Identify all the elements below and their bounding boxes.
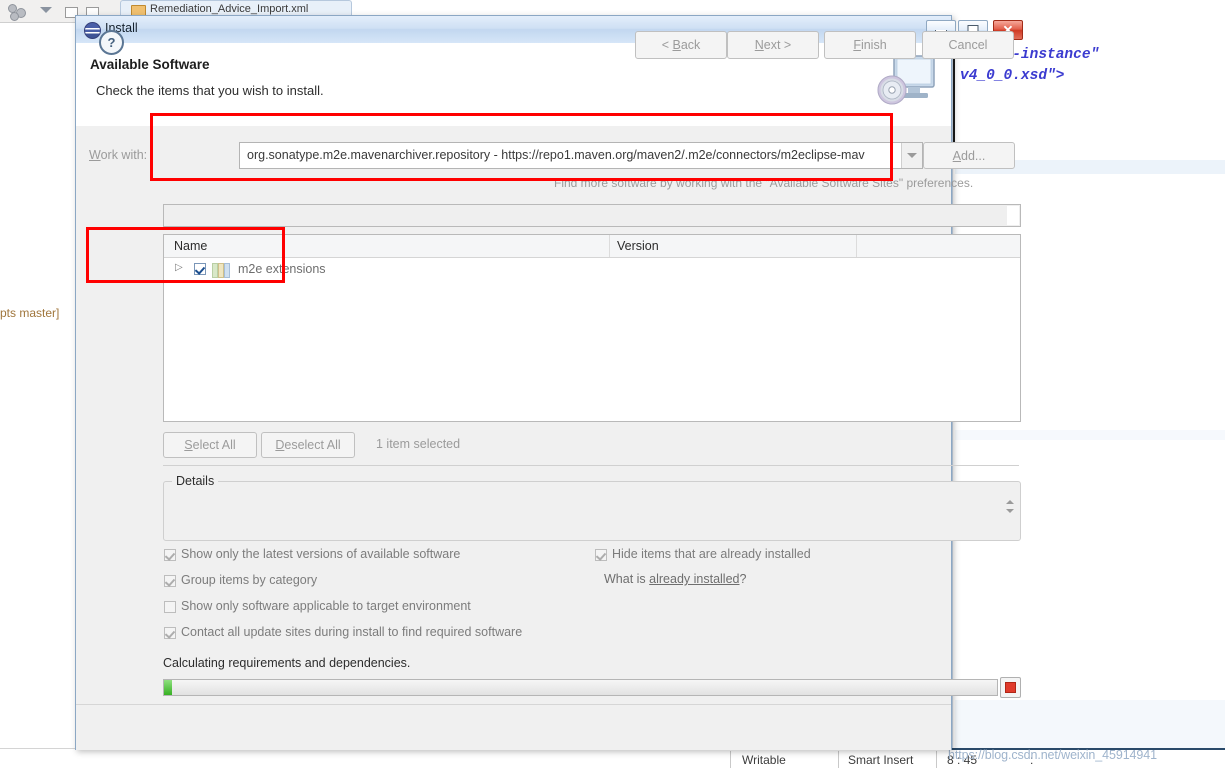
deselect-all-button[interactable]: Deselect All xyxy=(261,432,355,458)
what-is-already-installed: What is already installed? xyxy=(604,572,747,586)
eclipse-icon xyxy=(84,22,101,39)
status-insert-mode: Smart Insert xyxy=(848,753,914,767)
option-label: Contact all update sites during install … xyxy=(181,625,523,639)
background-left-label: pts master] xyxy=(0,306,60,320)
checkbox[interactable] xyxy=(164,627,176,639)
progress-status-text: Calculating requirements and dependencie… xyxy=(163,656,411,670)
column-header-name[interactable]: Name xyxy=(174,239,207,253)
install-dialog: Install ✕ Available Software Check the i… xyxy=(75,15,1023,750)
checkbox[interactable] xyxy=(164,575,176,587)
work-with-value: org.sonatype.m2e.mavenarchiver.repositor… xyxy=(247,148,865,162)
editor-highlight-band-2 xyxy=(955,430,1225,440)
background-left-panel xyxy=(0,22,76,748)
details-group-title: Details xyxy=(172,474,219,488)
divider xyxy=(163,465,1019,466)
page-subtitle: Check the items that you wish to install… xyxy=(96,83,324,98)
chevron-down-icon[interactable] xyxy=(40,7,52,13)
screen: Schema-instance" v4_0_0.xsd"> Remediatio… xyxy=(0,0,1225,770)
progress-bar xyxy=(163,679,998,696)
row-name: m2e extensions xyxy=(238,262,326,276)
table-row[interactable]: ▷ m2e extensions xyxy=(164,257,1020,281)
work-with-combo[interactable]: org.sonatype.m2e.mavenarchiver.repositor… xyxy=(239,142,923,169)
watermark-url: https://blog.csdn.net/weixin_45914941 xyxy=(948,748,1157,762)
category-icon xyxy=(212,263,230,278)
add-site-button[interactable]: Add... xyxy=(923,142,1015,169)
selection-count: 1 item selected xyxy=(376,437,461,451)
select-all-button[interactable]: Select All xyxy=(163,432,257,458)
progress-bar-fill xyxy=(164,680,173,695)
filter-scroll-cap xyxy=(1007,206,1019,225)
row-checkbox[interactable] xyxy=(194,263,206,275)
available-software-table[interactable]: Name Version ▷ m2e extensions xyxy=(163,234,1021,422)
cancel-button[interactable]: Cancel xyxy=(922,31,1014,59)
checkbox[interactable] xyxy=(164,601,176,613)
option-label: Group items by category xyxy=(181,573,318,587)
work-with-label-rest: ork with xyxy=(100,148,144,162)
filter-input[interactable] xyxy=(163,204,1021,227)
editor-tab-label: Remediation_Advice_Import.xml xyxy=(150,3,309,15)
finish-button[interactable]: Finish xyxy=(824,31,916,59)
checkbox[interactable] xyxy=(164,549,176,561)
work-with-dropdown-button[interactable] xyxy=(901,143,922,168)
spinner-updown-icon[interactable] xyxy=(1005,498,1016,518)
column-header-version[interactable]: Version xyxy=(617,239,659,253)
checkbox[interactable] xyxy=(595,549,607,561)
dialog-footer xyxy=(76,704,951,750)
work-with-label: Work with: xyxy=(89,148,148,162)
chevron-down-icon xyxy=(907,153,917,158)
option-label: Show only the latest versions of availab… xyxy=(181,547,461,561)
stop-button[interactable] xyxy=(1000,677,1021,698)
page-title: Available Software xyxy=(90,57,210,72)
code-line-2: v4_0_0.xsd"> xyxy=(960,68,1065,84)
status-writable: Writable xyxy=(742,753,786,767)
details-group xyxy=(163,481,1021,541)
next-button[interactable]: Next > xyxy=(727,31,819,59)
wizard-header: Available Software Check the items that … xyxy=(76,43,951,127)
toolbar-blob-icon-c[interactable] xyxy=(10,12,19,21)
dialog-title-bar[interactable]: Install ✕ xyxy=(76,16,1023,44)
chevron-right-icon[interactable]: ▷ xyxy=(175,263,183,273)
stop-icon xyxy=(1005,682,1016,693)
editor-bottom-band xyxy=(955,700,1225,748)
find-more-software-hint: Find more software by working with the "… xyxy=(554,176,974,190)
option-label: Hide items that are already installed xyxy=(612,547,811,561)
table-header-row: Name Version xyxy=(164,235,1020,258)
back-button[interactable]: < Back xyxy=(635,31,727,59)
already-installed-link[interactable]: already installed xyxy=(649,572,739,586)
option-label: Show only software applicable to target … xyxy=(181,599,471,613)
help-question-icon[interactable]: ? xyxy=(99,30,124,55)
